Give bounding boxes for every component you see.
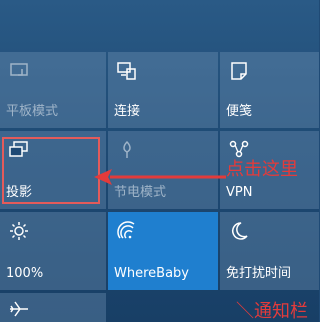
tile-label: 连接 <box>114 104 141 119</box>
tile-label: 平板模式 <box>6 104 59 119</box>
brightness-icon <box>8 220 30 242</box>
tile-quiet-hours[interactable]: 免打扰时间 <box>220 212 319 290</box>
quiet-hours-moon-icon <box>228 220 250 242</box>
airplane-icon <box>8 298 30 320</box>
tile-label: WhereBaby <box>114 266 189 281</box>
annotation-click-here: 点击这里 <box>226 159 298 180</box>
highlight-box <box>2 137 100 204</box>
tile-label: VPN <box>226 185 253 200</box>
tile-label: 100% <box>6 266 44 281</box>
tile-label: 免打扰时间 <box>226 266 292 281</box>
tile-wifi[interactable]: WhereBaby <box>108 212 218 290</box>
connect-icon <box>116 60 138 82</box>
tile-airplane-mode[interactable] <box>0 293 106 322</box>
vpn-icon <box>228 139 250 161</box>
note-icon <box>228 60 250 82</box>
wifi-icon <box>116 220 138 242</box>
annotation-arrow <box>94 169 226 185</box>
tile-label: 便笺 <box>226 104 253 119</box>
annotation-notification-bar: ＼通知栏 <box>236 301 308 322</box>
tile-connect[interactable]: 连接 <box>108 52 218 128</box>
tile-tablet-mode[interactable]: 平板模式 <box>0 52 106 128</box>
tile-brightness[interactable]: 100% <box>0 212 106 290</box>
tile-note[interactable]: 便笺 <box>220 52 319 128</box>
battery-saver-icon <box>116 139 138 161</box>
tablet-mode-icon <box>8 60 30 82</box>
